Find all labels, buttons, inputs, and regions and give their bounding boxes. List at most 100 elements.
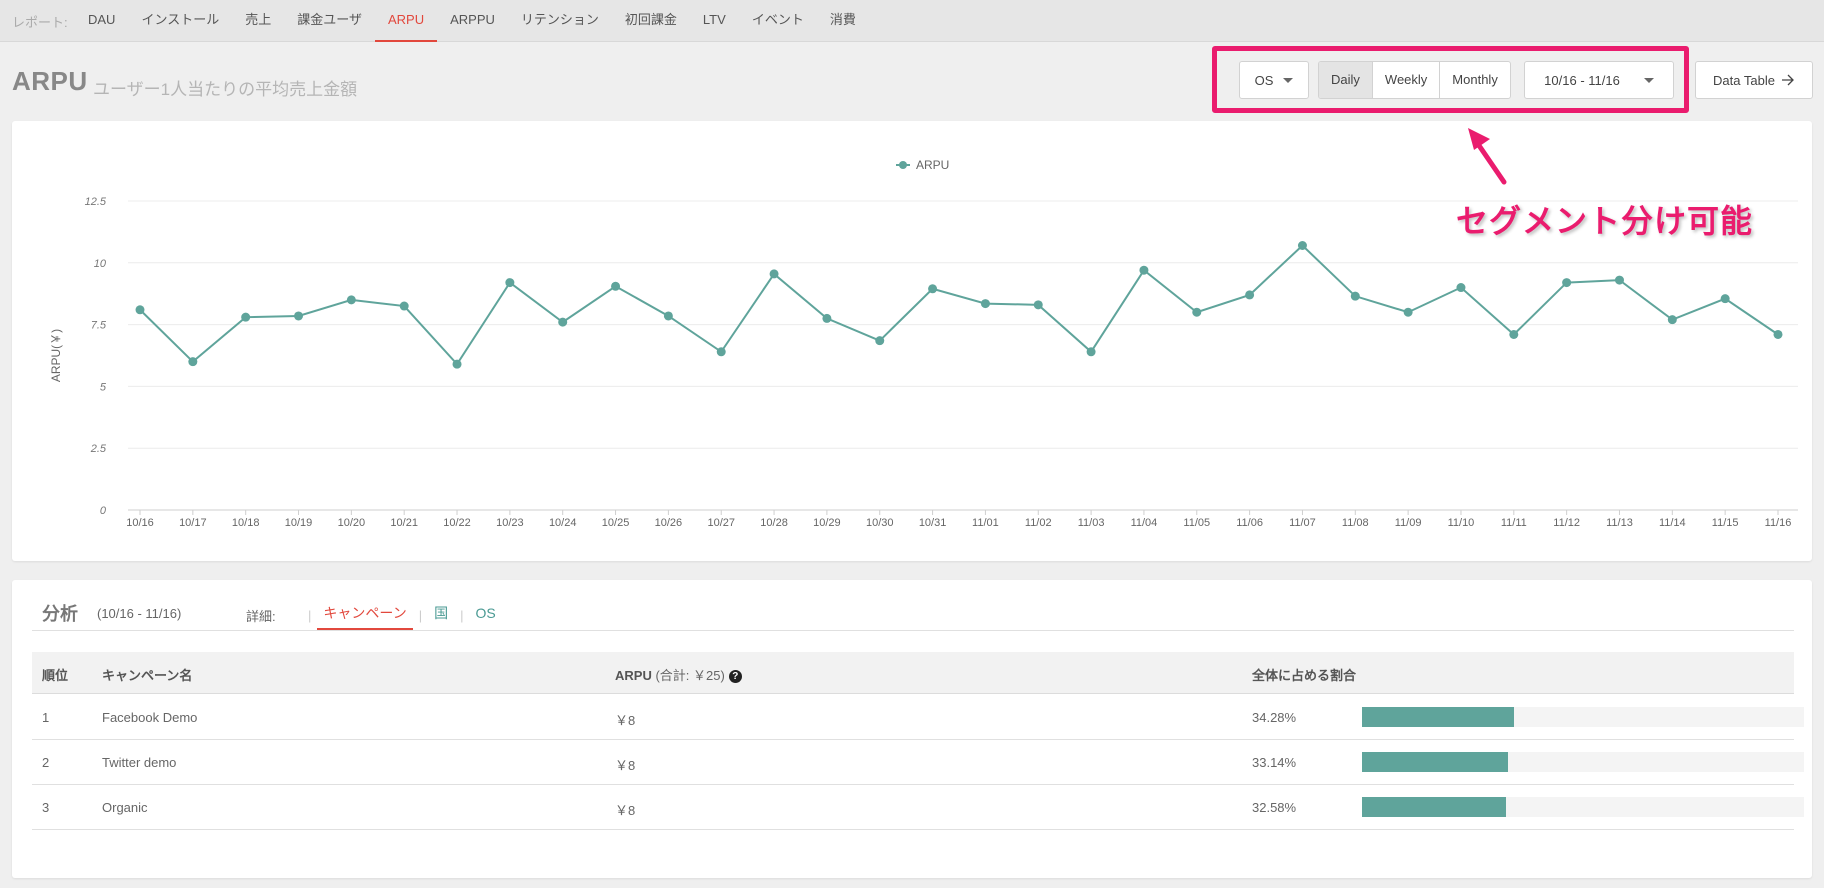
data-point xyxy=(1297,240,1307,250)
row-arpu: ￥8 xyxy=(615,713,636,728)
column-arpu-total: (合計: ￥25) xyxy=(655,668,725,683)
x-tick-label: 11/02 xyxy=(1025,517,1052,529)
data-point xyxy=(1350,291,1360,301)
y-tick-label: 12.5 xyxy=(85,196,107,208)
x-tick-label: 11/12 xyxy=(1553,517,1580,529)
data-point xyxy=(928,284,938,294)
x-tick-label: 10/19 xyxy=(285,517,313,529)
data-table-button[interactable]: Data Table xyxy=(1695,61,1813,99)
data-point xyxy=(980,299,990,309)
data-point xyxy=(505,278,515,288)
data-point xyxy=(716,347,726,357)
annotation-arrow-icon xyxy=(1468,128,1507,185)
y-tick-label: 7.5 xyxy=(91,320,107,332)
data-point xyxy=(1033,300,1043,310)
share-bar xyxy=(1362,797,1804,817)
x-tick-label: 10/24 xyxy=(549,517,577,529)
tab-consumption[interactable]: 消費 xyxy=(817,0,869,42)
data-point xyxy=(346,295,356,305)
segment-highlight-box xyxy=(1212,46,1689,113)
x-tick-label: 11/14 xyxy=(1659,517,1686,529)
x-tick-label: 10/21 xyxy=(390,517,418,529)
table-row: 1 Facebook Demo ￥8 34.28% xyxy=(32,695,1804,740)
x-tick-label: 11/03 xyxy=(1078,517,1105,529)
x-tick-label: 11/04 xyxy=(1131,517,1158,529)
tab-install[interactable]: インストール xyxy=(128,0,232,42)
x-tick-label: 11/01 xyxy=(972,517,999,529)
row-rank: 3 xyxy=(42,800,50,815)
help-icon[interactable]: ? xyxy=(728,670,742,683)
x-tick-label: 10/18 xyxy=(232,517,260,529)
data-point xyxy=(1720,294,1730,304)
data-point xyxy=(1403,307,1413,317)
x-tick-label: 11/13 xyxy=(1606,517,1633,529)
analysis-card: 分析 (10/16 - 11/16) 詳細: | キャンペーン | 国 | OS… xyxy=(12,580,1812,878)
x-tick-label: 10/29 xyxy=(813,517,841,529)
x-tick-label: 10/22 xyxy=(443,517,471,529)
column-arpu: ARPU (合計: ￥25)? xyxy=(615,665,742,684)
page-title: ARPU xyxy=(12,66,88,96)
x-tick-label: 11/05 xyxy=(1183,517,1210,529)
y-tick-label: 0 xyxy=(100,505,107,517)
x-tick-label: 10/31 xyxy=(919,517,947,529)
y-tick-label: 10 xyxy=(94,258,107,270)
analysis-detail-label: 詳細: xyxy=(246,609,276,624)
tab-arppu[interactable]: ARPPU xyxy=(437,0,508,42)
data-point xyxy=(663,311,673,321)
x-tick-label: 10/17 xyxy=(179,517,207,529)
x-tick-label: 11/08 xyxy=(1342,517,1369,529)
y-tick-label: 2.5 xyxy=(90,443,107,455)
data-point xyxy=(452,359,462,369)
report-nav-bar: レポート: DAU インストール 売上 課金ユーザ ARPU ARPPU リテン… xyxy=(0,0,1824,42)
data-point xyxy=(875,336,885,346)
tab-first-purchase[interactable]: 初回課金 xyxy=(612,0,690,42)
x-tick-label: 11/16 xyxy=(1765,517,1792,529)
data-point xyxy=(611,281,621,291)
segment-annotation: セグメント分け可能 xyxy=(1456,203,1754,239)
tab-sales[interactable]: 売上 xyxy=(232,0,284,42)
tab-event[interactable]: イベント xyxy=(739,0,817,42)
analysis-tabs: | キャンペーン | 国 | OS xyxy=(302,600,502,630)
row-arpu: ￥8 xyxy=(615,758,636,773)
analysis-title: 分析 xyxy=(42,604,78,624)
share-bar-fill xyxy=(1362,707,1514,727)
tab-paying-users[interactable]: 課金ユーザ xyxy=(284,0,375,42)
tab-separator: | xyxy=(460,607,464,623)
data-point xyxy=(1139,265,1149,275)
row-rank: 1 xyxy=(42,710,50,725)
row-campaign-name: Organic xyxy=(102,800,148,815)
row-rank: 2 xyxy=(42,755,50,770)
row-arpu: ￥8 xyxy=(615,803,636,818)
tab-ltv[interactable]: LTV xyxy=(690,0,739,42)
data-point xyxy=(399,301,409,311)
tab-retention[interactable]: リテンション xyxy=(508,0,612,42)
arpu-line-chart: 0 2.5 5 7.5 10 12.5 ARPU(￥) 10/16 10/17 10/18 10/1… xyxy=(49,158,1798,529)
tab-country[interactable]: 国 xyxy=(428,600,454,630)
tab-separator: | xyxy=(418,607,423,623)
share-bar-fill xyxy=(1362,797,1506,817)
tab-dau[interactable]: DAU xyxy=(75,0,128,42)
table-header: 順位 キャンペーン名 ARPU (合計: ￥25)? 全体に占める割合 xyxy=(32,652,1794,694)
data-table-label: Data Table xyxy=(1713,72,1775,88)
page-subtitle: ユーザー1人当たりの平均売上金額 xyxy=(93,80,358,99)
data-point xyxy=(1667,315,1677,325)
tab-arpu[interactable]: ARPU xyxy=(374,0,438,42)
row-share: 32.58% xyxy=(1252,800,1297,815)
data-point xyxy=(294,311,304,321)
arpu-chart-card: 0 2.5 5 7.5 10 12.5 ARPU(￥) 10/16 10/17 10/18 10/1… xyxy=(12,121,1812,561)
data-point xyxy=(769,269,779,279)
data-point xyxy=(1086,347,1096,357)
data-point xyxy=(1245,290,1255,300)
x-tick-label: 10/27 xyxy=(707,517,735,529)
y-axis-label: ARPU(￥) xyxy=(49,329,63,382)
tab-campaign[interactable]: キャンペーン xyxy=(317,600,413,630)
x-tick-label: 10/28 xyxy=(760,517,788,529)
report-nav-label: レポート: xyxy=(12,15,68,30)
table-row: 2 Twitter demo ￥8 33.14% xyxy=(32,740,1804,785)
data-point xyxy=(558,317,568,327)
row-campaign-name: Facebook Demo xyxy=(102,710,198,725)
data-point xyxy=(822,313,832,323)
tab-os[interactable]: OS xyxy=(469,600,501,630)
table-row: 3 Organic ￥8 32.58% xyxy=(32,785,1804,830)
data-point xyxy=(188,357,198,367)
